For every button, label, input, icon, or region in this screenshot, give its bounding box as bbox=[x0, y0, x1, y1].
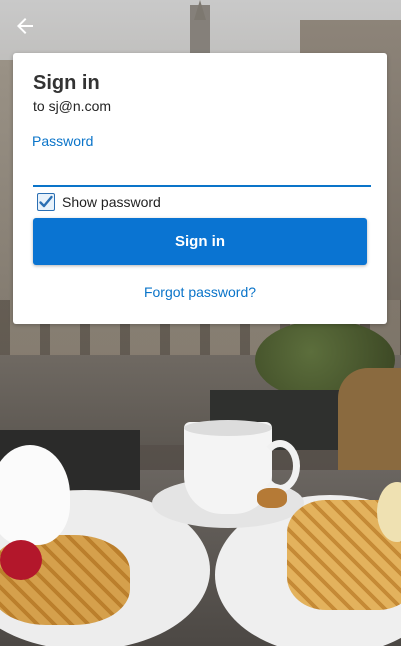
signin-card: Sign in to sj@n.com Password Show passwo… bbox=[13, 53, 387, 324]
show-password-checkbox[interactable] bbox=[37, 193, 55, 211]
show-password-label: Show password bbox=[62, 194, 161, 210]
back-button[interactable] bbox=[13, 14, 37, 38]
checkmark-icon bbox=[39, 195, 53, 208]
account-email: to sj@n.com bbox=[33, 98, 112, 114]
show-password-row[interactable]: Show password bbox=[37, 192, 161, 212]
forgot-password-link[interactable]: Forgot password? bbox=[13, 284, 387, 300]
arrow-left-icon bbox=[17, 18, 33, 34]
page-title: Sign in bbox=[33, 72, 100, 94]
background-cup-handle bbox=[260, 440, 300, 492]
password-label: Password bbox=[32, 133, 94, 149]
background-cookie bbox=[257, 488, 287, 508]
background-cup-rim bbox=[184, 420, 272, 436]
background-spire bbox=[194, 0, 206, 20]
background-strawberry bbox=[0, 540, 42, 580]
signin-button[interactable]: Sign in bbox=[33, 218, 367, 265]
password-field[interactable] bbox=[33, 159, 371, 187]
